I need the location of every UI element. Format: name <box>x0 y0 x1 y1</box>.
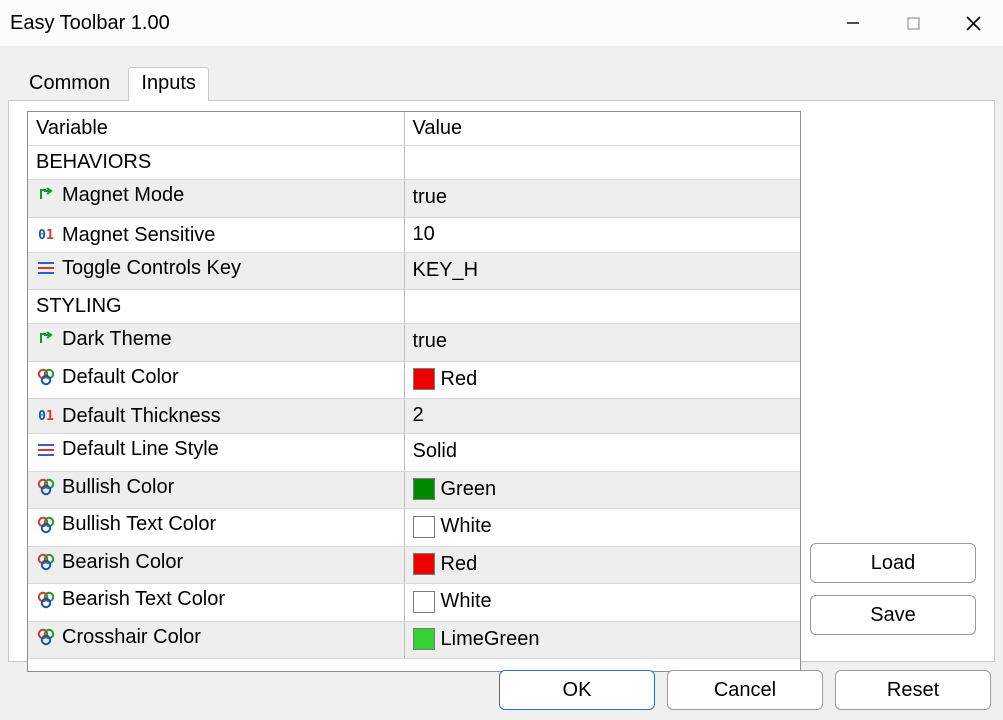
maximize-icon <box>907 17 920 30</box>
table-row[interactable]: Dark Theme true <box>28 324 800 362</box>
section-blank-cell <box>404 146 800 180</box>
color-swatch <box>413 516 435 538</box>
ok-button[interactable]: OK <box>499 670 655 710</box>
row-label: Magnet Mode <box>62 184 184 207</box>
row-label: Crosshair Color <box>62 626 201 649</box>
tab-panel: Variable Value BEHAVIORS <box>8 100 995 662</box>
table-row[interactable]: Crosshair Color LimeGreen <box>28 621 800 659</box>
col-header-variable[interactable]: Variable <box>28 112 404 146</box>
cancel-button[interactable]: Cancel <box>667 670 823 710</box>
color-icon <box>36 552 56 572</box>
properties-grid: Variable Value BEHAVIORS <box>27 111 801 672</box>
load-button[interactable]: Load <box>810 543 976 583</box>
row-label: Toggle Controls Key <box>62 257 241 280</box>
color-swatch <box>413 591 435 613</box>
row-label: Bearish Color <box>62 551 183 574</box>
tab-common[interactable]: Common <box>16 67 123 101</box>
row-value[interactable]: White <box>404 584 800 622</box>
client-area: Common Inputs Variable Value BEHAVIORS <box>0 46 1003 720</box>
row-value[interactable]: Red <box>404 361 800 399</box>
color-icon <box>36 590 56 610</box>
enum-icon <box>36 258 56 278</box>
title-bar: Easy Toolbar 1.00 <box>0 0 1003 46</box>
row-value[interactable]: Red <box>404 546 800 584</box>
table-row[interactable]: Bullish Text Color White <box>28 509 800 547</box>
row-label: Magnet Sensitive <box>62 224 215 247</box>
minimize-button[interactable] <box>823 0 883 46</box>
row-label: Default Color <box>62 366 179 389</box>
color-icon <box>36 477 56 497</box>
color-swatch <box>413 628 435 650</box>
color-swatch <box>413 478 435 500</box>
color-icon <box>36 367 56 387</box>
row-value[interactable]: 2 <box>404 399 800 434</box>
color-icon <box>36 627 56 647</box>
reset-button[interactable]: Reset <box>835 670 991 710</box>
row-value[interactable]: true <box>404 324 800 362</box>
close-icon <box>966 16 981 31</box>
tab-strip: Common Inputs <box>16 66 209 100</box>
table-row[interactable]: Magnet Mode true <box>28 180 800 218</box>
close-button[interactable] <box>943 0 1003 46</box>
col-header-value[interactable]: Value <box>404 112 800 146</box>
table-row[interactable]: Toggle Controls Key KEY_H <box>28 252 800 290</box>
color-swatch <box>413 553 435 575</box>
table-row[interactable]: Default Line Style Solid <box>28 434 800 472</box>
table-row[interactable]: 01 Magnet Sensitive 10 <box>28 217 800 252</box>
tab-inputs[interactable]: Inputs <box>128 67 208 101</box>
bool-icon <box>36 186 56 206</box>
bool-icon <box>36 330 56 350</box>
row-value[interactable]: LimeGreen <box>404 621 800 659</box>
table-row[interactable]: Bearish Color Red <box>28 546 800 584</box>
table-row[interactable]: Default Color Red <box>28 361 800 399</box>
row-value[interactable]: KEY_H <box>404 252 800 290</box>
window-title: Easy Toolbar 1.00 <box>10 12 823 35</box>
row-label: Bearish Text Color <box>62 588 225 611</box>
table-row[interactable]: Bullish Color Green <box>28 471 800 509</box>
row-value[interactable]: true <box>404 180 800 218</box>
enum-icon <box>36 440 56 460</box>
row-label: Bullish Text Color <box>62 513 216 536</box>
row-value[interactable]: Solid <box>404 434 800 472</box>
row-value[interactable]: 10 <box>404 217 800 252</box>
row-label: Bullish Color <box>62 476 174 499</box>
row-label: Default Line Style <box>62 438 219 461</box>
row-value[interactable]: White <box>404 509 800 547</box>
dialog-buttons: OK Cancel Reset <box>499 670 991 710</box>
section-styling: STYLING <box>28 290 404 324</box>
color-icon <box>36 515 56 535</box>
row-value[interactable]: Green <box>404 471 800 509</box>
section-behaviors: BEHAVIORS <box>28 146 404 180</box>
int-icon: 01 <box>36 225 56 245</box>
minimize-icon <box>846 16 860 30</box>
save-button[interactable]: Save <box>810 595 976 635</box>
color-swatch <box>413 368 435 390</box>
table-row[interactable]: Bearish Text Color White <box>28 584 800 622</box>
section-blank-cell <box>404 290 800 324</box>
table-row[interactable]: 01 Default Thickness 2 <box>28 399 800 434</box>
row-label: Dark Theme <box>62 328 172 351</box>
maximize-button[interactable] <box>883 0 943 46</box>
int-icon: 01 <box>36 407 56 427</box>
row-label: Default Thickness <box>62 405 221 428</box>
